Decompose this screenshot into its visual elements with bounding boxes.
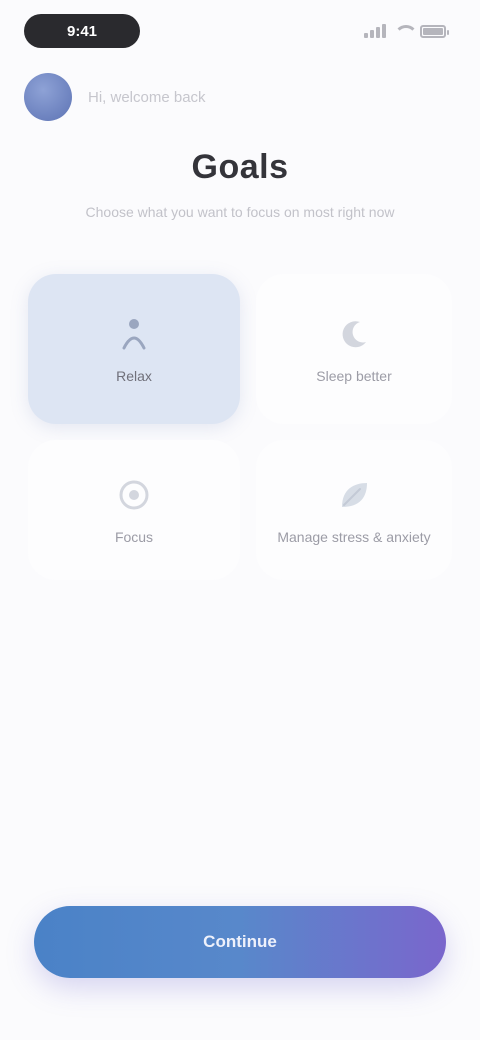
person-icon <box>122 319 146 350</box>
option-card-stress[interactable]: Manage stress & anxiety <box>256 440 452 580</box>
app-screen: 9:41 Hi, welcome back Goals Choose what … <box>0 0 480 1040</box>
leaf-icon <box>342 483 367 507</box>
moon-icon <box>342 321 366 348</box>
avatar[interactable] <box>24 73 72 121</box>
option-card-focus[interactable]: Focus <box>28 440 240 580</box>
user-greeting: Hi, welcome back <box>88 88 206 106</box>
option-label: Manage stress & anxiety <box>277 529 431 545</box>
page-subtitle: Choose what you want to focus on most ri… <box>85 204 395 220</box>
wifi-icon <box>394 24 418 38</box>
option-card-relax[interactable]: Relax <box>28 274 240 424</box>
battery-icon <box>420 24 449 38</box>
status-time: 9:41 <box>24 14 140 48</box>
option-label: Focus <box>114 529 154 545</box>
status-icons <box>364 22 449 40</box>
user-header: Hi, welcome back <box>24 72 206 122</box>
status-bar: 9:41 <box>0 0 480 60</box>
page-title: Goals <box>191 148 289 186</box>
option-label: Relax <box>116 368 152 384</box>
target-icon <box>119 480 149 510</box>
option-label: Sleep better <box>316 368 392 384</box>
continue-button[interactable]: Continue <box>34 906 446 978</box>
signal-icon <box>364 24 386 38</box>
option-card-sleep[interactable]: Sleep better <box>256 274 452 424</box>
